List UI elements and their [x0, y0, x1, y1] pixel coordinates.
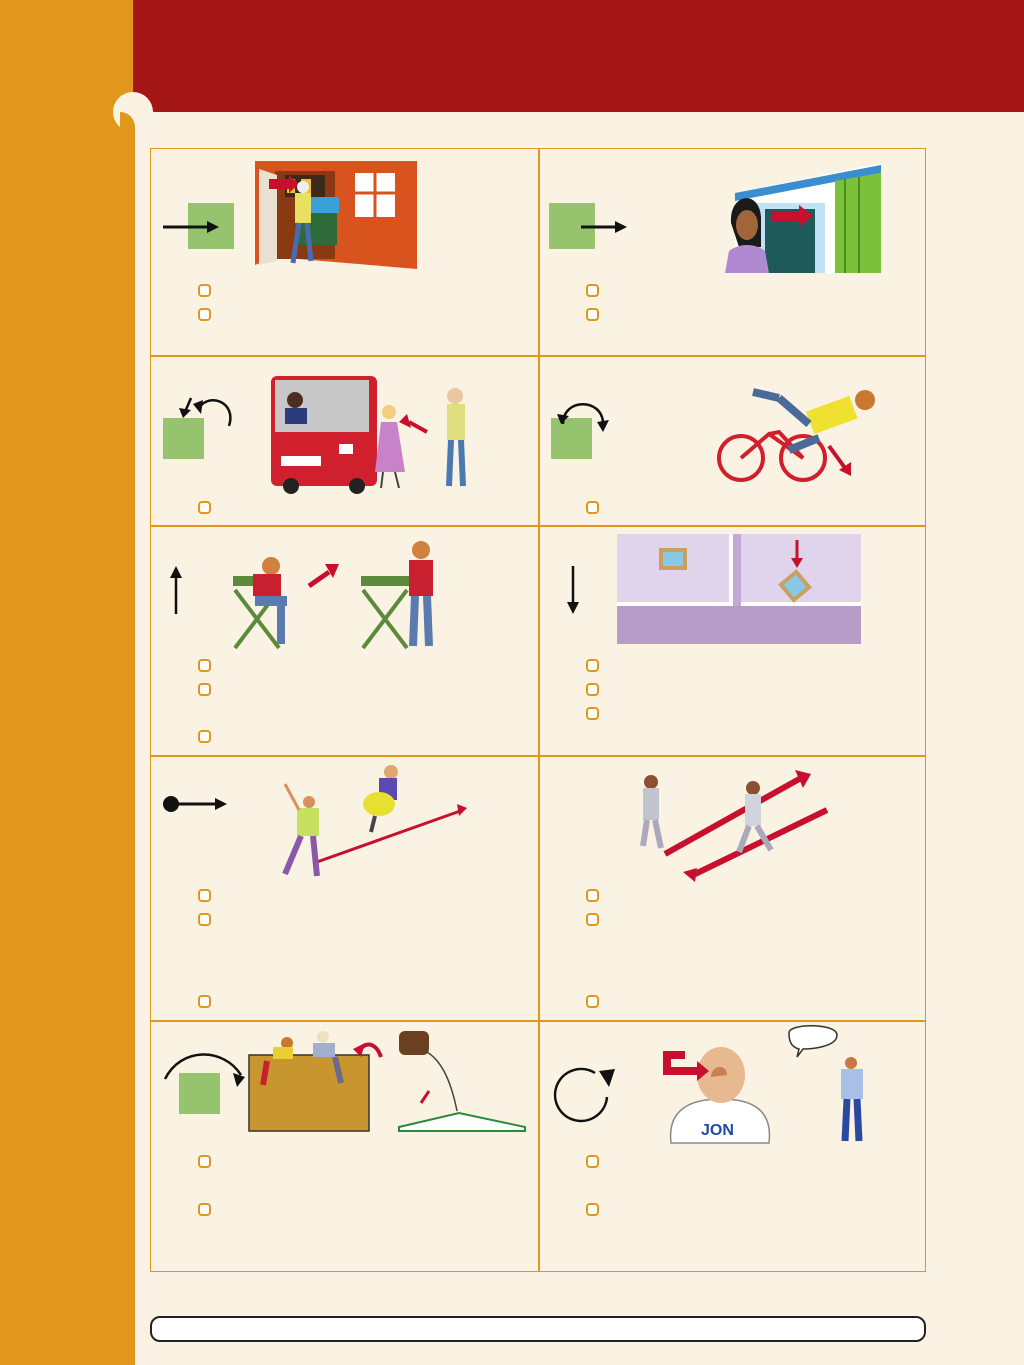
checkbox[interactable]: [586, 995, 599, 1008]
checkbox[interactable]: [198, 913, 211, 926]
boy-turning-around-picture: JON: [663, 1025, 863, 1144]
curved-arrow-over-icon: [557, 403, 609, 432]
cell-over-top: [151, 1021, 538, 1273]
checkbox[interactable]: [586, 308, 599, 321]
picture-falling-down-picture: [617, 534, 861, 644]
cell-around: JON: [539, 1021, 926, 1273]
arrow-into-square-icon: [163, 221, 219, 233]
man-standing-up-picture: [233, 541, 433, 650]
cell-back-and-forth: [539, 756, 926, 1020]
two-men-walking-picture: [640, 770, 829, 882]
jon-shirt-text: JON: [701, 1122, 734, 1139]
cyclist-falling-picture: [717, 388, 875, 482]
cell-over-back: [151, 356, 538, 525]
checkbox[interactable]: [198, 659, 211, 672]
checkbox[interactable]: [198, 308, 211, 321]
checkbox[interactable]: [198, 1155, 211, 1168]
exercise-grid: JON: [150, 148, 926, 1272]
checkbox[interactable]: [198, 1203, 211, 1216]
checkbox[interactable]: [586, 889, 599, 902]
checkbox[interactable]: [198, 683, 211, 696]
checkbox[interactable]: [198, 995, 211, 1008]
checkbox[interactable]: [586, 284, 599, 297]
woman-looking-out-window-picture: [725, 163, 881, 273]
cell-on: [151, 756, 538, 1020]
checkbox[interactable]: [198, 284, 211, 297]
down-arrow-icon: [567, 566, 579, 614]
bus-and-people-picture: [271, 376, 466, 494]
checkbox[interactable]: [586, 707, 599, 720]
checkbox[interactable]: [198, 730, 211, 743]
cell-up: [151, 526, 538, 755]
person-entering-house-picture: [255, 161, 417, 269]
circular-arrow-icon: [553, 1067, 615, 1123]
people-moving-on-picture: [282, 765, 467, 877]
checkbox[interactable]: [586, 659, 599, 672]
checkbox[interactable]: [586, 501, 599, 514]
checkbox[interactable]: [586, 913, 599, 926]
up-arrow-icon: [170, 566, 182, 614]
checkbox[interactable]: [198, 889, 211, 902]
cell-over: [539, 356, 926, 525]
checkbox[interactable]: [586, 1155, 599, 1168]
cell-in: [151, 149, 538, 355]
header-banner: [133, 0, 1024, 112]
answer-bar[interactable]: [150, 1316, 926, 1342]
arrow-out-of-square-icon: [581, 221, 627, 233]
checkbox[interactable]: [198, 501, 211, 514]
arc-over-square-icon: [163, 1053, 245, 1087]
curved-arrow-back-icon: [179, 397, 232, 427]
cell-down: [539, 526, 926, 755]
cell-out: [539, 149, 926, 355]
left-color-band: [0, 0, 135, 1365]
checkbox[interactable]: [586, 683, 599, 696]
checkbox[interactable]: [586, 1203, 599, 1216]
climbing-wall-and-book-picture: [248, 1031, 526, 1132]
dot-arrow-icon: [163, 796, 227, 812]
